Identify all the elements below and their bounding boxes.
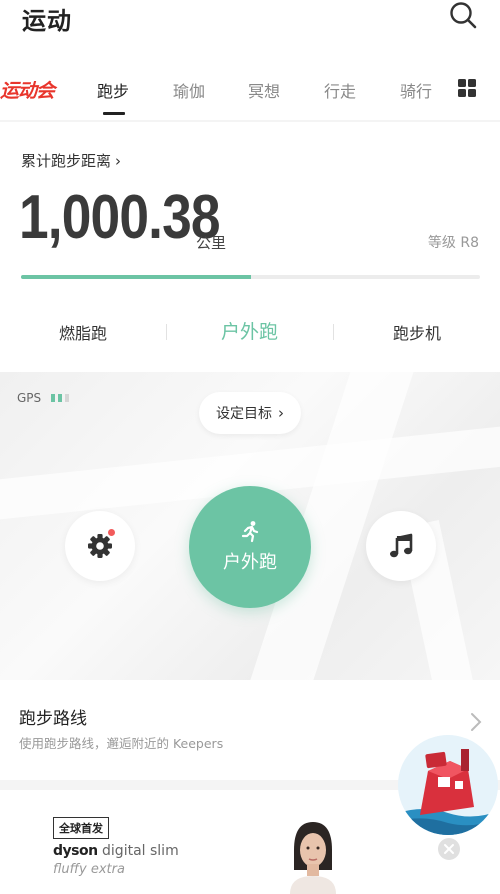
set-goal-label: 设定目标: [216, 406, 272, 422]
mode-divider: [166, 324, 167, 340]
sport-tabs: 运动会 跑步 瑜伽 冥想 行走 骑行: [0, 58, 500, 120]
ad-brand-name: dyson: [53, 843, 98, 859]
gps-signal-icon: [51, 394, 69, 402]
close-promo-button[interactable]: [438, 838, 460, 860]
ad-brand: dyson digital slim: [53, 843, 179, 859]
page-title: 运动: [22, 7, 72, 35]
gps-label: GPS: [17, 391, 42, 405]
gps-signal-bar: [65, 394, 69, 402]
start-button-label: 户外跑: [223, 552, 277, 573]
tab-cycling[interactable]: 骑行: [400, 78, 432, 102]
mode-divider: [333, 324, 334, 340]
mode-fat-burn[interactable]: 燃脂跑: [59, 320, 107, 344]
chevron-right-icon: [471, 713, 482, 731]
top-header: 运动: [0, 0, 500, 58]
distance-unit: 公里: [196, 234, 227, 252]
run-mode-selector: 燃脂跑 户外跑 跑步机: [0, 312, 500, 352]
ad-subline: fluffy extra: [53, 862, 125, 877]
sports-meet-logo[interactable]: 运动会: [0, 76, 55, 103]
notification-dot: [108, 529, 115, 536]
gps-signal-bar: [51, 394, 55, 402]
start-outdoor-run-button[interactable]: 户外跑: [189, 486, 311, 608]
chevron-right-icon: ›: [278, 404, 284, 422]
music-note-icon: [390, 533, 413, 558]
tab-running[interactable]: 跑步: [97, 78, 129, 102]
ad-model-image: [290, 822, 336, 894]
settings-button[interactable]: [65, 511, 135, 581]
level-badge: 等级 R8: [427, 235, 479, 251]
promo-illustration-icon: [398, 735, 498, 835]
runner-icon: [241, 521, 259, 543]
gps-signal-bar: [58, 394, 62, 402]
mode-treadmill[interactable]: 跑步机: [393, 320, 441, 344]
mode-outdoor[interactable]: 户外跑: [221, 317, 278, 344]
ad-badge: 全球首发: [53, 817, 109, 839]
music-button[interactable]: [366, 511, 436, 581]
running-stats-card: 累计跑步距离 › 1,000.38 公里 等级 R8 燃脂跑 户外跑 跑步机: [0, 122, 500, 372]
level-progress-fill: [21, 275, 251, 279]
total-distance-label: 累计跑步距离: [21, 152, 112, 170]
gear-icon: [88, 534, 112, 558]
total-distance-link[interactable]: 累计跑步距离 ›: [21, 150, 121, 171]
grid-icon[interactable]: [458, 79, 476, 97]
active-tab-indicator: [103, 112, 125, 115]
chevron-right-icon: ›: [115, 152, 122, 170]
total-distance-value: 1,000.38: [19, 183, 221, 252]
level-progress-bar: [21, 275, 480, 279]
tab-yoga[interactable]: 瑜伽: [173, 78, 205, 102]
route-title: 跑步路线: [19, 709, 87, 729]
route-subtitle: 使用跑步路线，邂逅附近的 Keepers: [19, 736, 224, 751]
floating-promo-badge[interactable]: [398, 735, 498, 835]
tab-walking[interactable]: 行走: [324, 78, 356, 102]
search-icon[interactable]: [448, 0, 478, 30]
set-goal-button[interactable]: 设定目标 ›: [199, 392, 301, 434]
map-area[interactable]: GPS 设定目标 › 户外跑: [0, 372, 500, 680]
close-icon: [444, 844, 454, 854]
tab-meditation[interactable]: 冥想: [248, 78, 280, 102]
ad-product-name: digital slim: [102, 843, 179, 859]
